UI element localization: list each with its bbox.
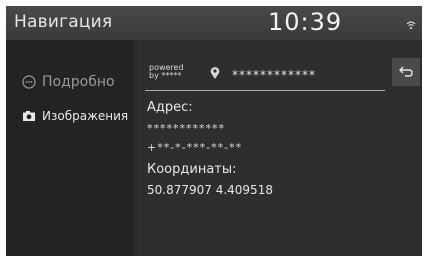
app-title: Навигация — [14, 12, 113, 32]
place-name: ************ — [232, 68, 316, 82]
back-arrow-icon — [399, 66, 413, 77]
camera-icon — [23, 111, 35, 121]
divider — [145, 90, 385, 91]
powered-by-label: powered by ***** — [149, 64, 184, 80]
sidebar-item-label: Изображения — [42, 109, 129, 123]
coordinates-value: 50.877907 4.409518 — [147, 183, 273, 197]
details-panel: powered by ***** ************ Адрес: ***… — [139, 40, 422, 256]
info-circle-icon — [22, 75, 36, 89]
address-label: Адрес: — [147, 100, 193, 115]
phone-number: +**-*-***-**-** — [147, 141, 243, 154]
sidebar-item-label: Подробно — [42, 74, 115, 90]
wifi-icon — [406, 21, 416, 30]
clock: 10:39 — [268, 8, 343, 36]
sidebar-item-images[interactable]: Изображения — [6, 102, 134, 130]
map-pin-icon — [210, 67, 220, 79]
back-button[interactable] — [392, 58, 420, 86]
coordinates-label: Координаты: — [147, 162, 237, 177]
header-bar: Навигация 10:39 — [6, 6, 422, 40]
infotainment-screen: Навигация 10:39 Подробно Изображения pow… — [6, 6, 422, 256]
sidebar-item-details[interactable]: Подробно — [6, 68, 134, 96]
sidebar: Подробно Изображения — [6, 40, 134, 256]
address-line: ************ — [147, 122, 225, 135]
powered-line: by ***** — [149, 71, 182, 80]
source-bar[interactable]: powered by ***** ************ — [139, 40, 422, 91]
